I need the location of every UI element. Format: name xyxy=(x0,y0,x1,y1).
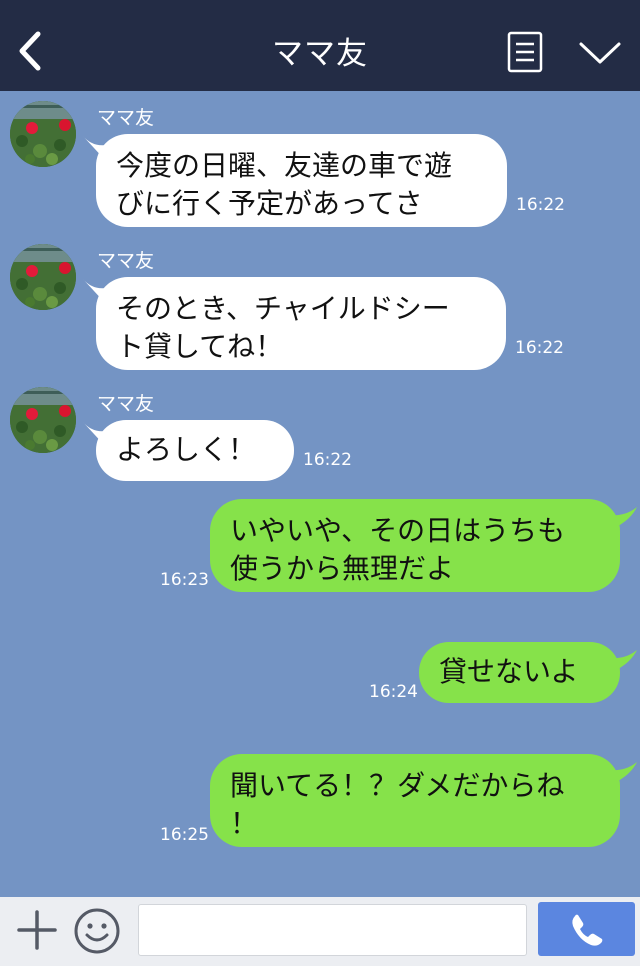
message-bubble-incoming[interactable]: 今度の日曜、友達の車で遊 びに行く予定があってさ xyxy=(96,134,507,227)
message-line: いやいや、その日はうちも xyxy=(230,514,566,547)
message-line: ！ xyxy=(230,807,259,840)
message-line: よろしく！ xyxy=(116,433,257,466)
message-time: 16:25 xyxy=(160,825,209,845)
rose-avatar-icon xyxy=(10,387,76,453)
chevron-down-icon xyxy=(579,42,621,64)
plus-icon xyxy=(17,910,57,950)
emoji-button[interactable] xyxy=(73,907,121,955)
phone-icon xyxy=(572,914,603,946)
message-line: 貸せないよ xyxy=(439,655,579,688)
message-time: 16:22 xyxy=(516,195,565,215)
message-bubble-incoming[interactable]: よろしく！ xyxy=(96,420,294,481)
message-line: そのとき、チャイルドシー xyxy=(116,292,450,325)
chat-header: ママ友 xyxy=(0,0,640,91)
message-line: びに行く予定があってさ xyxy=(116,187,423,220)
message-time: 16:22 xyxy=(515,338,564,358)
message-bubble-outgoing[interactable]: 貸せないよ xyxy=(419,642,620,703)
sender-name: ママ友 xyxy=(97,250,155,272)
rose-avatar-icon xyxy=(10,244,76,310)
message-line: 使うから無理だよ xyxy=(230,552,455,585)
notes-button[interactable] xyxy=(507,31,543,73)
message-line: 聞いてる！？ダメだからね xyxy=(230,769,565,802)
document-lines-icon xyxy=(507,31,543,73)
chat-area: ママ友 今度の日曜、友達の車で遊 びに行く予定があってさ 16:22 ママ友 そ… xyxy=(0,91,640,897)
avatar[interactable] xyxy=(10,387,76,453)
message-input[interactable] xyxy=(138,904,527,956)
message-time: 16:24 xyxy=(369,682,418,702)
message-bubble-outgoing[interactable]: 聞いてる！？ダメだからね ！ xyxy=(210,754,620,847)
sender-name: ママ友 xyxy=(97,393,155,415)
add-button[interactable] xyxy=(16,909,58,951)
rose-avatar-icon xyxy=(10,101,76,167)
chat-title: ママ友 xyxy=(272,36,368,72)
message-line: ト貸してね！ xyxy=(116,330,284,363)
collapse-button[interactable] xyxy=(578,38,622,68)
message-composer xyxy=(0,897,640,966)
call-button[interactable] xyxy=(538,902,635,956)
sender-name: ママ友 xyxy=(97,107,155,129)
avatar[interactable] xyxy=(10,244,76,310)
message-line: 今度の日曜、友達の車で遊 xyxy=(116,149,453,182)
message-bubble-incoming[interactable]: そのとき、チャイルドシー ト貸してね！ xyxy=(96,277,506,370)
message-bubble-outgoing[interactable]: いやいや、その日はうちも 使うから無理だよ xyxy=(210,499,620,592)
avatar[interactable] xyxy=(10,101,76,167)
message-time: 16:22 xyxy=(303,450,352,470)
message-time: 16:23 xyxy=(160,570,209,590)
smiley-icon xyxy=(74,908,120,954)
